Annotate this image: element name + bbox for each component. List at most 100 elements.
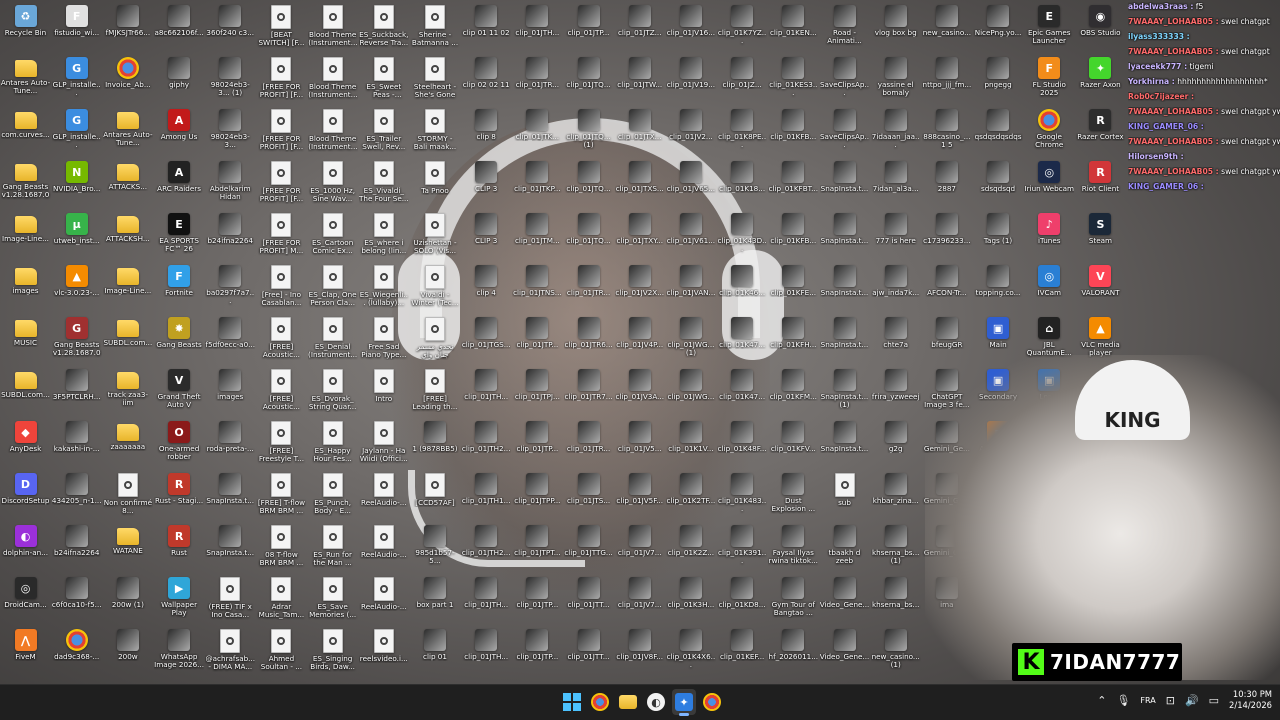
language-indicator[interactable]: FRA	[1140, 696, 1155, 705]
desktop-icon[interactable]: 7idaaan_jaa...	[870, 106, 921, 158]
desktop-icon[interactable]: clip_01KFV...	[768, 418, 819, 470]
desktop-icon[interactable]: Antares Auto-Tune...	[0, 54, 51, 106]
desktop-icon[interactable]: [FREE FOR PROFIT] M...	[256, 210, 307, 262]
desktop-icon[interactable]: ◎ DroidCam...	[0, 574, 51, 626]
desktop-icon[interactable]: com.curves...	[0, 106, 51, 158]
desktop-icon[interactable]: ES_Cartoon Comic Ex...	[307, 210, 358, 262]
desktop-icon[interactable]: clip_01JV61...	[665, 210, 716, 262]
desktop-icon[interactable]: clip_01JV3A...	[614, 366, 665, 418]
desktop-icon[interactable]: Ahmed Soultan - ...	[256, 626, 307, 678]
desktop-icon[interactable]: Blood Theme (Instrumental...	[307, 54, 358, 106]
desktop-icon[interactable]: clip_01JTQ... (1)	[563, 106, 614, 158]
desktop-icon[interactable]: [FREE FOR PROFIT] [F...	[256, 158, 307, 210]
desktop-icon[interactable]: f5df0ecc-a0...	[205, 314, 256, 366]
desktop-icon[interactable]: clip 4	[461, 262, 512, 314]
desktop-icon[interactable]: N NVIDIA_Bro...	[51, 158, 102, 210]
desktop-icon[interactable]: clip 01 11 02	[461, 2, 512, 54]
desktop-icon[interactable]: vlog box bg	[870, 2, 921, 54]
desktop-icon[interactable]: clip_01K3H...	[665, 574, 716, 626]
taskbar-obs-button[interactable]: ◐	[644, 689, 668, 715]
desktop-icon[interactable]: 2887	[921, 158, 972, 210]
desktop-icon[interactable]: E Epic Games Launcher	[1024, 2, 1075, 54]
desktop-icon[interactable]: ES_Happy Hour Fes...	[307, 418, 358, 470]
show-hidden-icons-chevron-icon[interactable]: ⌃	[1097, 694, 1106, 707]
desktop-icon[interactable]: clip_01K43D...	[717, 210, 768, 262]
desktop-icon[interactable]: 1 (9878BB5)	[410, 418, 461, 470]
desktop-icon[interactable]: kakashi-in-...	[51, 418, 102, 470]
desktop-icon[interactable]: µ utweb_inst...	[51, 210, 102, 262]
desktop-icon[interactable]: tbaakh d zeeb	[819, 522, 870, 574]
desktop-icon[interactable]: clip_01JV5F...	[614, 470, 665, 522]
desktop-icon[interactable]: 200w	[102, 626, 153, 678]
desktop-icon[interactable]: Ta Pnoo	[410, 158, 461, 210]
desktop-icon[interactable]: Gang Beasts v1.28.1687.0	[0, 158, 51, 210]
desktop-icon[interactable]: ▶ Wallpaper Play	[154, 574, 205, 626]
desktop-icon[interactable]: Adrar Music_Tam...	[256, 574, 307, 626]
desktop-icon[interactable]: clip_01JV8F...	[614, 626, 665, 678]
desktop-icon[interactable]: R Razer Cortex	[1075, 106, 1126, 158]
taskbar-chrome-button[interactable]	[588, 689, 612, 715]
desktop-icon[interactable]: ♪ iTunes	[1024, 210, 1075, 262]
desktop-icon[interactable]: [BEAT SWITCH] [F...	[256, 2, 307, 54]
desktop-icon[interactable]: clip_01JV65...	[665, 158, 716, 210]
desktop-icon[interactable]: clip_01K8PE...	[717, 106, 768, 158]
desktop-icon[interactable]: CLIP 3	[461, 210, 512, 262]
desktop-icon[interactable]: new_casino... (1)	[870, 626, 921, 678]
desktop-icon[interactable]: yassine el bomaly	[870, 54, 921, 106]
desktop-icon[interactable]: khserna_bs... (1)	[870, 522, 921, 574]
desktop-icon[interactable]: images	[205, 366, 256, 418]
desktop-icon[interactable]: ◉ OBS Studio	[1075, 2, 1126, 54]
desktop-icon[interactable]: (FREE) TIF x Ino Casa...	[205, 574, 256, 626]
desktop-icon[interactable]: SUBDL.com...	[102, 314, 153, 366]
desktop-icon[interactable]: ES_Denial (Instrument...	[307, 314, 358, 366]
desktop-icon[interactable]: Blood Theme (Instrumental...	[307, 106, 358, 158]
desktop-icon[interactable]: clip_01JTK...	[512, 106, 563, 158]
desktop-icon[interactable]: SnapInsta.t...	[819, 314, 870, 366]
desktop-icon[interactable]: SnapInsta.t...	[205, 522, 256, 574]
desktop-icon[interactable]: ES_Wiegenli... (lullaby)...	[358, 262, 409, 314]
desktop-icon[interactable]: Antares Auto-Tune...	[102, 106, 153, 158]
desktop-icon[interactable]: clip_01KEN...	[768, 2, 819, 54]
desktop-icon[interactable]: G GLP_installe...	[51, 54, 102, 106]
desktop-icon[interactable]: clip_01JV19...	[665, 54, 716, 106]
desktop-icon[interactable]: clip_01JTR7...	[563, 366, 614, 418]
desktop-icon[interactable]: [Free] - Ino Casablan...	[256, 262, 307, 314]
desktop-icon[interactable]: clip_01K46...	[717, 262, 768, 314]
desktop-icon[interactable]: 888casino_... 1 5	[921, 106, 972, 158]
desktop-icon[interactable]: [FREE] Leading th...	[410, 366, 461, 418]
desktop-icon[interactable]: clip_01JTP...	[512, 626, 563, 678]
desktop-icon[interactable]: 08 T-flow BRM BRM ...	[256, 522, 307, 574]
desktop-icon[interactable]: 98024eb3-3... (1)	[205, 54, 256, 106]
desktop-icon[interactable]: clip_01JWG...	[665, 366, 716, 418]
desktop-icon[interactable]: SnapInsta.t...	[819, 158, 870, 210]
desktop-icon[interactable]: Invoice_Ab...	[102, 54, 153, 106]
desktop-icon[interactable]: clip_01JV16...	[665, 2, 716, 54]
desktop-icon[interactable]: giphy	[154, 54, 205, 106]
desktop-icon[interactable]: clip_01K47...	[717, 366, 768, 418]
desktop-icon[interactable]: clip_01JTP...	[563, 2, 614, 54]
desktop-icon[interactable]: ES_Save Memories (...	[307, 574, 358, 626]
desktop-icon[interactable]: Video_Gene...	[819, 574, 870, 626]
desktop-icon[interactable]: clip_01JTW...	[614, 54, 665, 106]
desktop-icon[interactable]: Faysal Ilyas rwina tiktok...	[768, 522, 819, 574]
desktop-icon[interactable]: clip_01JTQ...	[563, 54, 614, 106]
desktop-icon[interactable]: zaaaaaaa	[102, 418, 153, 470]
desktop-icon[interactable]: ♻ Recycle Bin	[0, 2, 51, 54]
desktop-icon[interactable]: ES_Vivaldi_ The Four Se...	[358, 158, 409, 210]
desktop-icon[interactable]: clip_01K4X6...	[665, 626, 716, 678]
desktop-icon[interactable]: roda-preta-...	[205, 418, 256, 470]
desktop-icon[interactable]: ES_Run for the Man ...	[307, 522, 358, 574]
desktop-icon[interactable]: clip_01KEF...	[717, 626, 768, 678]
start-button[interactable]	[560, 689, 584, 715]
desktop-icon[interactable]: [FREE] Acoustic...	[256, 366, 307, 418]
desktop-icon[interactable]: clip_01JTH...	[461, 626, 512, 678]
desktop-icon[interactable]: track zaa3-iim	[102, 366, 153, 418]
desktop-icon[interactable]: clip_01K483...	[717, 470, 768, 522]
desktop-icon[interactable]: clip_01JTR6...	[563, 314, 614, 366]
desktop-icon[interactable]: ES_where i belong (lin...	[358, 210, 409, 262]
desktop-icon[interactable]: clip_01KFE...	[768, 262, 819, 314]
desktop-icon[interactable]: dad9c368-...	[51, 626, 102, 678]
desktop-icon[interactable]: clip_01JTZ...	[614, 2, 665, 54]
battery-icon[interactable]: ▭	[1209, 694, 1219, 707]
desktop-icon[interactable]: b24ifna2264	[51, 522, 102, 574]
